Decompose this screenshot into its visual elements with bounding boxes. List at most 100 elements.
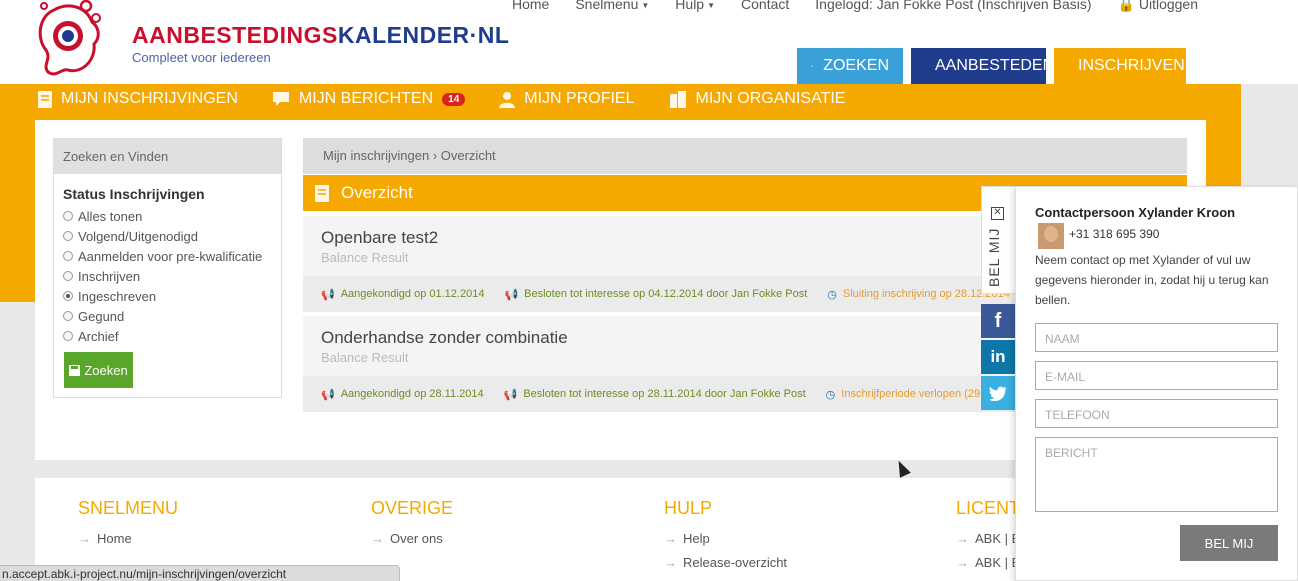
status-option-label: Gegund <box>78 308 125 324</box>
main-navigation: MIJN INSCHRIJVINGEN MIJN BERICHTEN 14 MI… <box>38 90 845 108</box>
radio-icon[interactable] <box>63 331 73 341</box>
nav-contact[interactable]: Contact <box>741 0 789 13</box>
nav-mijn-organisatie[interactable]: MIJN ORGANISATIE <box>669 90 846 108</box>
interest-meta: 📢 Besloten tot interesse op 28.11.2014 do… <box>504 388 806 401</box>
nav-mijn-inschrijvingen[interactable]: MIJN INSCHRIJVINGEN <box>38 90 238 108</box>
status-option-label: Archief <box>78 328 119 344</box>
linkedin-icon[interactable]: in <box>981 340 1015 374</box>
tender-organisation: Balance Result <box>321 250 409 265</box>
nav-mijn-berichten[interactable]: MIJN BERICHTEN 14 <box>272 90 466 108</box>
footer-link[interactable]: → Help <box>664 531 787 546</box>
footer-heading: HULP <box>664 498 713 518</box>
status-option[interactable]: Gegund <box>54 306 281 326</box>
zoeken-button[interactable]: ZOEKEN <box>797 48 903 84</box>
email-field[interactable]: E-MAIL <box>1035 361 1278 390</box>
nav-mijn-profiel[interactable]: MIJN PROFIEL <box>499 90 635 108</box>
logo-tagline: Compleet voor iedereen <box>132 50 271 65</box>
site-header: AANBESTEDINGSKALENDER·NL Compleet voor i… <box>0 0 1298 84</box>
breadcrumb: Mijn inschrijvingen › Overzicht <box>303 138 1187 174</box>
close-icon[interactable]: ✕ <box>991 207 1004 220</box>
status-option[interactable]: Inschrijven <box>54 266 281 286</box>
tender-title[interactable]: Openbare test2 <box>321 228 438 248</box>
save-disk-icon <box>69 364 81 376</box>
announced-text: Aangekondigd op 28.11.2014 <box>340 388 484 400</box>
interest-meta: 📢 Besloten tot interesse op 04.12.2014 do… <box>504 288 807 301</box>
bel-mij-panel: Contactpersoon Xylander Kroon +31 318 69… <box>1015 186 1298 581</box>
contact-person-name: Contactpersoon Xylander Kroon <box>1035 205 1236 220</box>
nav-hulp[interactable]: Hulp ▼ <box>675 0 715 13</box>
arrow-right-icon: → <box>78 531 91 546</box>
top-navigation: Home Snelmenu ▼ Hulp ▼ Contact Ingelogd: J… <box>512 0 1198 13</box>
status-option[interactable]: Archief <box>54 326 281 346</box>
user-icon <box>499 91 516 108</box>
twitter-icon[interactable] <box>981 376 1015 410</box>
status-option[interactable]: Alles tonen <box>54 206 281 226</box>
phone-field[interactable]: TELEFOON <box>1035 399 1278 428</box>
inschrijven-label: INSCHRIJVEN <box>1078 57 1185 74</box>
bel-mij-tab-label: BEL MIJ <box>986 227 1002 287</box>
zoeken-filter-label: Zoeken <box>84 362 128 378</box>
avatar <box>1038 223 1064 249</box>
zoeken-filter-button[interactable]: Zoeken <box>64 352 133 388</box>
inschrijven-button[interactable]: INSCHRIJVEN <box>1054 48 1186 84</box>
logout-label: Uitloggen <box>1138 0 1198 12</box>
message-field[interactable]: BERICHT <box>1035 437 1278 512</box>
logo-text-blue: KALENDER·NL <box>337 22 510 48</box>
overview-title: Overzicht <box>341 183 413 202</box>
contact-phone[interactable]: +31 318 695 390 <box>1069 227 1159 241</box>
nav-mijn-berichten-label: MIJN BERICHTEN <box>298 90 434 107</box>
radio-icon[interactable] <box>63 271 73 281</box>
footer-col-overige: OVERIGE → Over ons <box>371 498 453 555</box>
status-option-label: Ingeschreven <box>78 288 157 304</box>
filter-header: Zoeken en Vinden <box>54 139 281 174</box>
name-field[interactable]: NAAM <box>1035 323 1278 352</box>
clock-icon: ◷ <box>825 388 836 401</box>
radio-icon[interactable] <box>63 211 73 221</box>
aanbesteden-button[interactable]: AANBESTEDEN <box>911 48 1054 84</box>
footer-link-label: Release-overzicht <box>683 555 788 570</box>
status-option-selected[interactable]: Ingeschreven <box>54 286 281 306</box>
bel-mij-submit-button[interactable]: BEL MIJ <box>1180 525 1278 561</box>
bel-mij-tab[interactable]: ✕ BEL MIJ <box>981 186 1015 294</box>
radio-checked-icon[interactable] <box>63 291 73 301</box>
logo-target-icon <box>38 0 101 76</box>
nav-home[interactable]: Home <box>512 0 549 13</box>
logout-link[interactable]: 🔒 Uitloggen <box>1118 0 1198 13</box>
radio-icon[interactable] <box>63 231 73 241</box>
building-icon <box>669 90 686 108</box>
zoeken-label: ZOEKEN <box>823 57 889 74</box>
tender-title[interactable]: Onderhandse zonder combinatie <box>321 328 568 348</box>
arrow-right-icon: → <box>956 531 969 546</box>
footer-link[interactable]: → Release-overzicht <box>664 555 787 570</box>
interest-text: Besloten tot interesse op 28.11.2014 doo… <box>523 388 806 400</box>
announced-text: Aangekondigd op 01.12.2014 <box>340 288 485 300</box>
footer-col-snelmenu: SNELMENU → Home <box>78 498 178 555</box>
lock-icon: 🔒 <box>1117 0 1135 12</box>
site-logo[interactable]: AANBESTEDINGSKALENDER·NL Compleet voor i… <box>34 0 509 80</box>
megaphone-icon: 📢 <box>504 288 519 301</box>
footer-link[interactable]: → Home <box>78 531 178 546</box>
status-option[interactable]: Volgend/Uitgenodigd <box>54 226 281 246</box>
megaphone-icon: 📢 <box>321 388 335 401</box>
status-option-label: Inschrijven <box>78 268 141 284</box>
nav-snelmenu[interactable]: Snelmenu ▼ <box>575 0 649 13</box>
announced-meta: 📢 Aangekondigd op 01.12.2014 <box>321 288 484 301</box>
arrow-right-icon: → <box>956 555 969 570</box>
radio-icon[interactable] <box>63 311 73 321</box>
status-option[interactable]: Aanmelden voor pre-kwalificatie <box>54 246 281 266</box>
document-icon <box>315 184 329 202</box>
status-option-label: Aanmelden voor pre-kwalificatie <box>78 248 263 264</box>
contact-message: Neem contact op met Xylander of vul uw g… <box>1035 253 1269 307</box>
primary-actions: ZOEKEN AANBESTEDEN INSCHRIJVEN <box>797 48 1186 84</box>
chat-bubble-icon <box>272 92 289 106</box>
filter-panel: Zoeken en Vinden Status Inschrijvingen A… <box>53 138 282 398</box>
arrow-right-icon: → <box>371 531 384 546</box>
document-icon <box>38 90 52 108</box>
arrow-right-icon: → <box>664 555 677 570</box>
radio-icon[interactable] <box>63 251 73 261</box>
logged-in-user[interactable]: Ingelogd: Jan Fokke Post (Inschrijven Ba… <box>815 0 1091 13</box>
facebook-icon[interactable]: f <box>981 304 1015 338</box>
nav-mijn-organisatie-label: MIJN ORGANISATIE <box>695 90 846 107</box>
footer-link[interactable]: → Over ons <box>371 531 453 546</box>
logo-wordmark: AANBESTEDINGSKALENDER·NL <box>132 22 509 49</box>
